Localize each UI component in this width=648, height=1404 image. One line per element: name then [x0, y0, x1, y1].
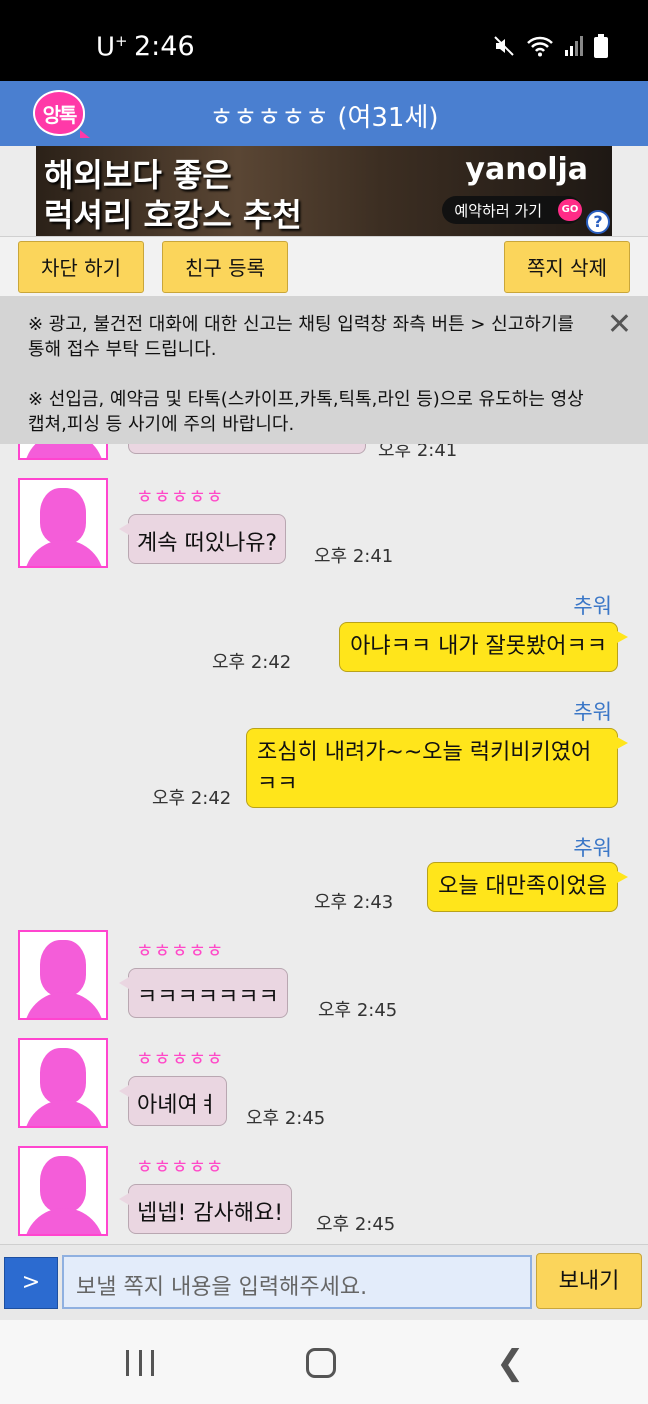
message-time: 오후 2:43 [314, 892, 394, 913]
report-menu-button[interactable]: > [4, 1257, 58, 1309]
chat-title: ㅎㅎㅎㅎㅎ (여31세) [209, 103, 439, 133]
my-name: 추워 [573, 836, 612, 860]
notice-report-text: ※ 광고, 불건전 대화에 대한 신고는 채팅 입력창 좌측 버튼 > 신고하기… [28, 314, 574, 360]
close-icon[interactable]: ✕ [607, 310, 632, 340]
battery-icon [594, 34, 608, 62]
status-icons [492, 34, 608, 62]
avatar[interactable] [18, 478, 108, 568]
block-button[interactable]: 차단 하기 [18, 241, 144, 293]
my-name: 추워 [573, 594, 612, 618]
avatar[interactable] [18, 444, 108, 460]
input-bar: > 보낼 쪽지 내용을 입력해주세요. 보내기 [0, 1244, 648, 1320]
ad-help-icon[interactable]: ? [586, 210, 610, 234]
message-time: 오후 2:42 [152, 788, 232, 809]
message-bubble: 아녜여ㅕ [119, 1076, 227, 1126]
message-time-partial: 오후 2:41 [378, 444, 458, 461]
send-button[interactable]: 보내기 [536, 1253, 642, 1309]
avatar[interactable] [18, 1038, 108, 1128]
home-icon[interactable] [306, 1348, 336, 1378]
add-friend-button[interactable]: 친구 등록 [162, 241, 288, 293]
ad-go-badge: GO [558, 199, 582, 221]
avatar[interactable] [18, 930, 108, 1020]
message-bubble-partial [128, 444, 366, 454]
recent-apps-icon[interactable] [126, 1350, 154, 1376]
ad-headline-2: 럭셔리 호캉스 추천 [44, 196, 302, 234]
message-bubble-mine: 아냐ㅋㅋ 내가 잘못봤어ㅋㅋ [339, 622, 628, 672]
carrier-label: U+ [96, 32, 128, 63]
signal-icon [564, 35, 584, 61]
clock: 2:46 [134, 31, 195, 62]
ad-brand: yanolja [465, 152, 588, 187]
message-bubble-mine: 조심히 내려가~~오늘 럭키비키였어ㅋㅋ [246, 728, 628, 808]
message-bubble: 계속 떠있나유? [118, 514, 287, 564]
wifi-icon [526, 35, 554, 61]
sender-name: ㅎㅎㅎㅎㅎ [136, 940, 224, 962]
delete-notes-button[interactable]: 쪽지 삭제 [504, 241, 630, 293]
title-bar: 앙톡 ㅎㅎㅎㅎㅎ (여31세) [0, 81, 648, 146]
message-time: 오후 2:41 [314, 546, 394, 567]
notice-fraud-text: ※ 선입금, 예약금 및 타톡(스카이프,카톡,틱톡,라인 등)으로 유도하는 … [28, 389, 584, 435]
ad-banner[interactable]: 해외보다 좋은 럭셔리 호캉스 추천 yanolja 예약하러 가기 GO ? [36, 146, 612, 236]
message-input[interactable]: 보낼 쪽지 내용을 입력해주세요. [62, 1255, 532, 1309]
message-time: 오후 2:42 [212, 652, 292, 673]
warning-notice: ※ 광고, 불건전 대화에 대한 신고는 채팅 입력창 좌측 버튼 > 신고하기… [0, 296, 648, 444]
avatar[interactable] [18, 1146, 108, 1236]
message-bubble: ㅋㅋㅋㅋㅋㅋㅋ [119, 968, 288, 1018]
back-icon[interactable]: ❮ [496, 1346, 525, 1380]
message-bubble: 넵넵! 감사해요! [118, 1184, 293, 1234]
my-name: 추워 [573, 700, 612, 724]
action-bar: 차단 하기 친구 등록 쪽지 삭제 [0, 236, 648, 296]
message-bubble-mine: 오늘 대만족이었음 [427, 862, 628, 912]
system-nav-bar: ❮ [0, 1320, 648, 1404]
status-bar: U+ 2:46 [0, 0, 648, 81]
sender-name: ㅎㅎㅎㅎㅎ [136, 1156, 224, 1178]
chat-area[interactable]: 오후 2:41 ㅎㅎㅎㅎㅎ 계속 떠있나유? 오후 2:41 추워 오후 2:4… [0, 444, 648, 1244]
message-time: 오후 2:45 [246, 1108, 326, 1129]
message-time: 오후 2:45 [318, 1000, 398, 1021]
message-time: 오후 2:45 [316, 1214, 396, 1235]
sender-name: ㅎㅎㅎㅎㅎ [136, 486, 224, 508]
sender-name: ㅎㅎㅎㅎㅎ [136, 1048, 224, 1070]
mute-icon [492, 34, 516, 62]
